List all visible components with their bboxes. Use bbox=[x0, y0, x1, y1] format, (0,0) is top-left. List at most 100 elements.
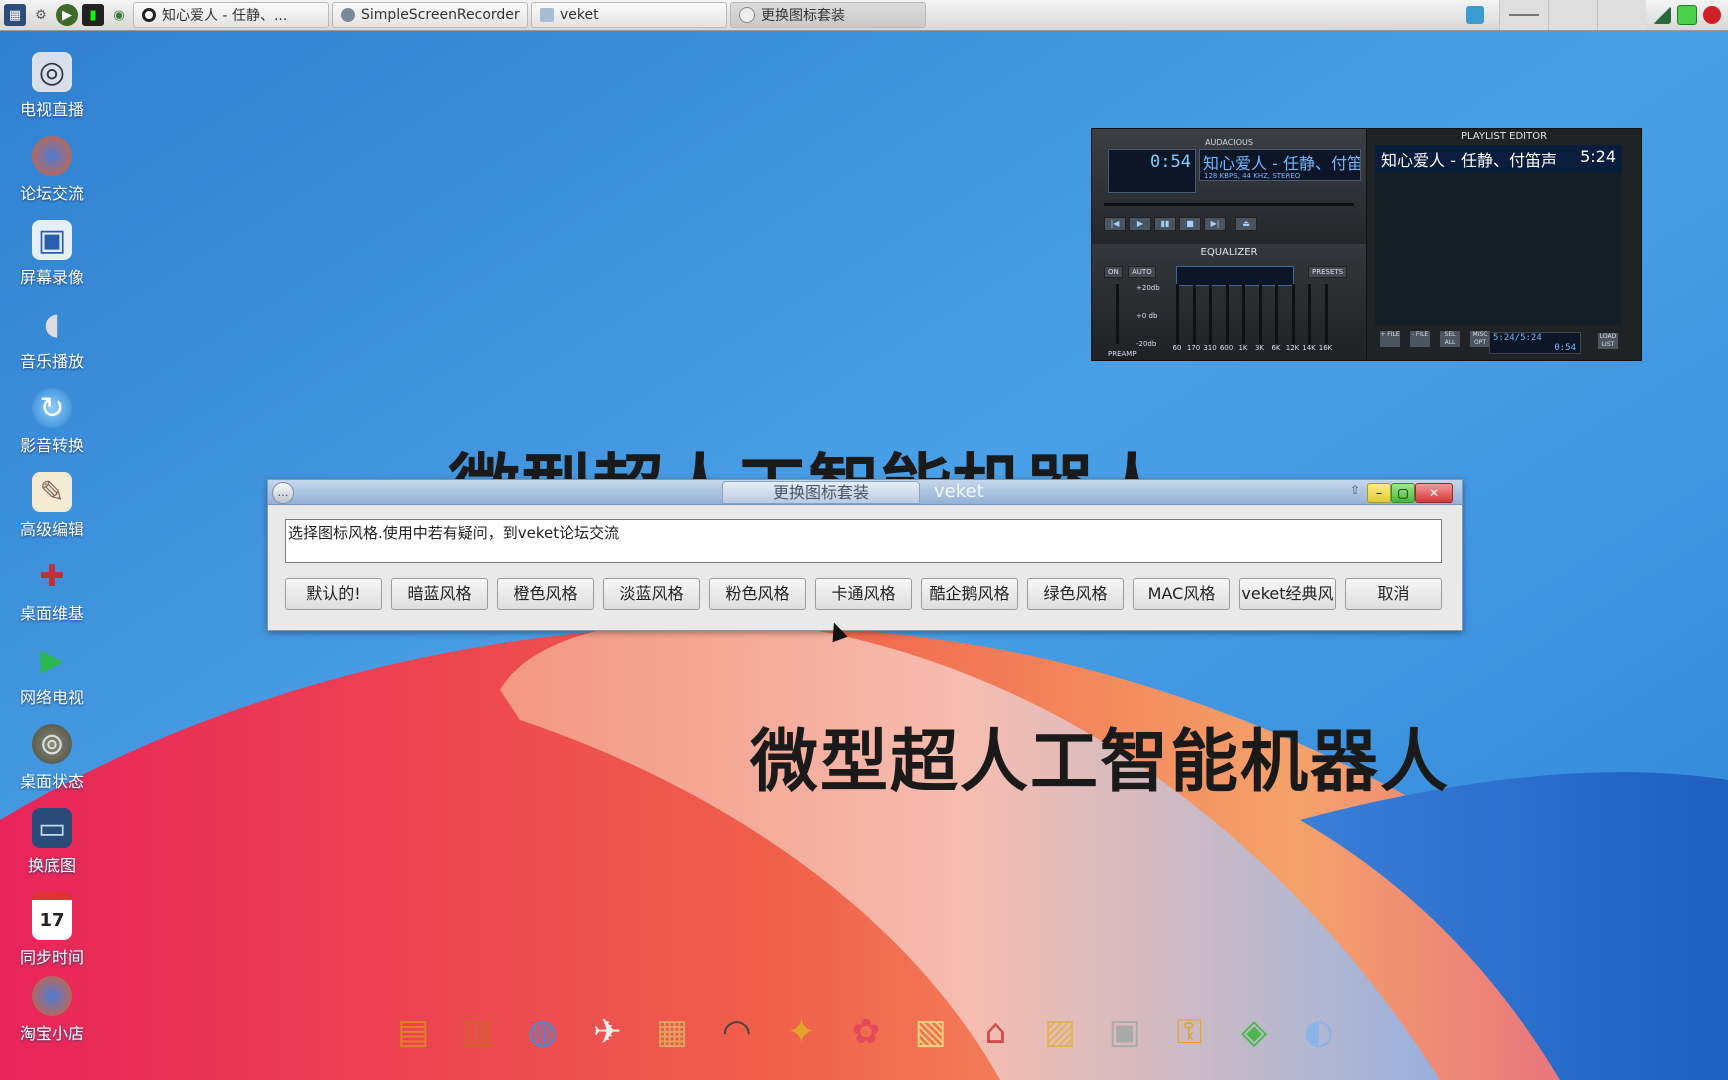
eq-band-slider[interactable] bbox=[1324, 284, 1328, 344]
network-icon[interactable] bbox=[1653, 6, 1671, 24]
globe-icon[interactable]: ◍ bbox=[515, 1006, 570, 1058]
eq-band-slider[interactable] bbox=[1176, 284, 1179, 344]
maximize-button[interactable]: ▢ bbox=[1391, 483, 1415, 503]
gift-icon[interactable]: ✿ bbox=[839, 1006, 894, 1058]
terminal-icon[interactable]: ▮ bbox=[82, 4, 104, 26]
settings-gear-icon[interactable]: ⚙ bbox=[30, 4, 52, 26]
remove-file-button[interactable]: - FILE bbox=[1409, 330, 1431, 348]
tray-slot[interactable] bbox=[1597, 0, 1646, 30]
minimize-button[interactable]: – bbox=[1367, 483, 1391, 503]
play-button[interactable]: ▶ bbox=[1129, 217, 1151, 231]
eject-button[interactable]: ⏏ bbox=[1235, 217, 1257, 231]
play-icon[interactable]: ▶ bbox=[56, 4, 78, 26]
battery-icon[interactable] bbox=[1677, 5, 1697, 25]
tray-slot[interactable] bbox=[1499, 0, 1548, 30]
record-icon bbox=[142, 8, 156, 22]
desktop-icon-editor[interactable]: ✎ 高级编辑 bbox=[0, 472, 104, 556]
computer-icon[interactable]: ▣ bbox=[1097, 1006, 1152, 1058]
playlist-total-time: 5:24/5:24 bbox=[1493, 333, 1542, 343]
playlist-row[interactable]: 知心爱人 - 任静、付笛声 5:24 bbox=[1375, 145, 1622, 173]
light-blue-theme-button[interactable]: 淡蓝风格 bbox=[603, 578, 700, 610]
add-file-button[interactable]: + FILE bbox=[1379, 330, 1401, 348]
drawer-icon[interactable]: ▦ bbox=[645, 1006, 700, 1058]
task-music[interactable]: 知心爱人 - 任静、... bbox=[133, 2, 329, 28]
documents-icon[interactable]: ▧ bbox=[903, 1006, 958, 1058]
mac-theme-button[interactable]: MAC风格 bbox=[1133, 578, 1230, 610]
green-theme-button[interactable]: 绿色风格 bbox=[1027, 578, 1124, 610]
default-theme-button[interactable]: 默认的! bbox=[285, 578, 382, 610]
eq-band-slider[interactable] bbox=[1308, 284, 1311, 344]
play-time: 0:54 bbox=[1150, 152, 1191, 172]
select-all-button[interactable]: SEL ALL bbox=[1439, 330, 1461, 348]
chat-bubble-icon[interactable]: … bbox=[272, 482, 294, 504]
pause-button[interactable]: ▮▮ bbox=[1154, 217, 1176, 231]
desktop-icon-wallpaper[interactable]: ▭ 换底图 bbox=[0, 808, 104, 892]
mouse-icon[interactable]: ◐ bbox=[1291, 1006, 1346, 1058]
desktop-icon-screen-record[interactable]: ▣ 屏幕录像 bbox=[0, 220, 104, 304]
lock-icon[interactable]: ⚿ bbox=[1162, 1006, 1217, 1058]
desktop-switch[interactable] bbox=[1451, 0, 1499, 30]
cool-penguin-theme-button[interactable]: 酷企鹅风格 bbox=[921, 578, 1018, 610]
eq-preamp-label: PREAMP bbox=[1108, 350, 1137, 358]
house-icon[interactable]: ⌂ bbox=[968, 1006, 1023, 1058]
stop-button[interactable]: ■ bbox=[1179, 217, 1201, 231]
airplane-icon[interactable]: ✈ bbox=[580, 1006, 635, 1058]
map-icon[interactable]: ▨ bbox=[1033, 1006, 1088, 1058]
eq-band-slider[interactable] bbox=[1275, 284, 1278, 344]
lcd-display: 0:54 bbox=[1108, 149, 1196, 193]
task-icon-theme[interactable]: 更换图标套装 bbox=[730, 2, 926, 28]
desktop-icon-wiki[interactable]: ✚ 桌面维基 bbox=[0, 556, 104, 640]
eq-band-slider[interactable] bbox=[1192, 284, 1196, 344]
desktop-icon-status[interactable]: ⊚ 桌面状态 bbox=[0, 724, 104, 808]
cancel-button[interactable]: 取消 bbox=[1345, 578, 1442, 610]
task-veket[interactable]: veket bbox=[531, 2, 727, 28]
next-button[interactable]: ▶| bbox=[1204, 217, 1226, 231]
tray-slot[interactable] bbox=[1548, 0, 1597, 30]
eq-auto-button[interactable]: AUTO bbox=[1128, 266, 1156, 278]
desktop-icon-net-tv[interactable]: ▶ 网络电视 bbox=[0, 640, 104, 724]
misc-options-button[interactable]: MISC OPT bbox=[1469, 330, 1491, 348]
eq-band-slider[interactable] bbox=[1225, 284, 1229, 344]
eq-band-slider[interactable] bbox=[1242, 284, 1245, 344]
close-button[interactable]: ✕ bbox=[1415, 483, 1453, 503]
power-icon[interactable] bbox=[1703, 6, 1721, 24]
dark-blue-theme-button[interactable]: 暗蓝风格 bbox=[391, 578, 488, 610]
network-icon[interactable]: ◈ bbox=[1227, 1006, 1282, 1058]
pink-theme-button[interactable]: 粉色风格 bbox=[709, 578, 806, 610]
desktop-icon-media-convert[interactable]: ↻ 影音转换 bbox=[0, 388, 104, 472]
theme-buttons: 默认的! 暗蓝风格 橙色风格 淡蓝风格 粉色风格 卡通风格 酷企鹅风格 绿色风格… bbox=[285, 578, 1442, 610]
desktop-icon-tv[interactable]: ◎ 电视直播 bbox=[0, 52, 104, 136]
eq-presets-button[interactable]: PRESETS bbox=[1308, 266, 1348, 278]
previous-button[interactable]: |◀ bbox=[1104, 217, 1126, 231]
eq-preamp-slider[interactable] bbox=[1116, 284, 1119, 344]
system-monitor-icon[interactable]: ▦ bbox=[4, 4, 26, 26]
cartoon-theme-button[interactable]: 卡通风格 bbox=[815, 578, 912, 610]
dialog-title: 更换图标套装 bbox=[722, 481, 920, 504]
desktop-icon-taobao[interactable]: 淘宝小店 bbox=[0, 976, 104, 1060]
dialog-titlebar[interactable]: … 更换图标套装 veket ⇧ – ▢ ✕ bbox=[268, 480, 1462, 505]
playlist-area: 知心爱人 - 任静、付笛声 5:24 bbox=[1375, 145, 1622, 325]
globe-icon[interactable]: ◉ bbox=[108, 4, 130, 26]
task-label: 知心爱人 - 任静、... bbox=[162, 8, 288, 24]
eq-band-slider[interactable] bbox=[1291, 284, 1295, 344]
playlist-elapsed: 0:54 bbox=[1554, 343, 1576, 353]
playlist-editor: PLAYLIST EDITOR 知心爱人 - 任静、付笛声 5:24 + FIL… bbox=[1367, 129, 1641, 360]
desk-icon[interactable]: ▥ bbox=[451, 1006, 506, 1058]
desktop-icon-forum[interactable]: 论坛交流 bbox=[0, 136, 104, 220]
desktop-icon-music[interactable]: ◖ 音乐播放 bbox=[0, 304, 104, 388]
status-icon: ⊚ bbox=[32, 724, 72, 764]
eq-on-button[interactable]: ON bbox=[1104, 266, 1123, 278]
veket-classic-theme-button[interactable]: veket经典风 bbox=[1239, 578, 1336, 610]
desktop-icon-sync-time[interactable]: 17 同步时间 bbox=[0, 892, 104, 976]
task-screen-recorder[interactable]: SimpleScreenRecorder bbox=[332, 2, 528, 28]
satellite-icon[interactable]: ✦ bbox=[774, 1006, 829, 1058]
seek-bar[interactable] bbox=[1104, 203, 1354, 206]
orange-theme-button[interactable]: 橙色风格 bbox=[497, 578, 594, 610]
headset-icon[interactable]: ◠ bbox=[709, 1006, 764, 1058]
load-list-button[interactable]: LOAD LIST bbox=[1597, 332, 1619, 350]
pin-icon[interactable]: ⇧ bbox=[1350, 483, 1360, 497]
firefox-icon bbox=[32, 136, 72, 176]
printer-icon[interactable]: ▤ bbox=[386, 1006, 441, 1058]
eq-band-slider[interactable] bbox=[1258, 284, 1262, 344]
eq-band-slider[interactable] bbox=[1209, 284, 1212, 344]
